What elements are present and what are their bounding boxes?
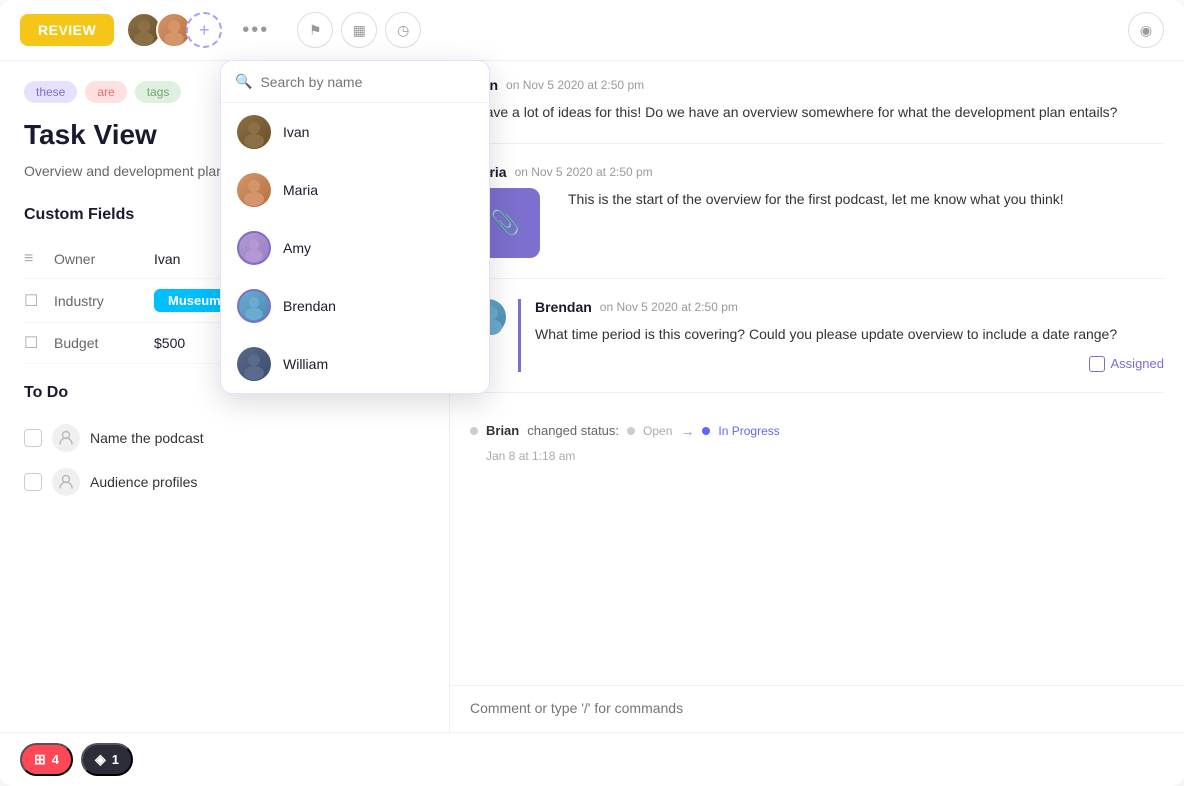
- dropdown-name-maria: Maria: [283, 182, 318, 198]
- comment-input-area: [450, 685, 1184, 732]
- to-status-label: In Progress: [718, 424, 779, 438]
- tag-tags: tags: [135, 81, 182, 103]
- status-change: Brian changed status: Open → In Progress…: [470, 413, 1164, 463]
- comment-brendan: Brendan on Nov 5 2020 at 2:50 pm What ti…: [470, 299, 1164, 392]
- comments-list: Ivan on Nov 5 2020 at 2:50 pm I have a l…: [450, 61, 1184, 685]
- comment-brendan-time: on Nov 5 2020 at 2:50 pm: [600, 300, 738, 314]
- comment-maria-text: This is the start of the overview for th…: [568, 188, 1064, 210]
- comment-maria-content: 📎 This is the start of the overview for …: [470, 188, 1164, 258]
- todo-checkbox-1[interactable]: [24, 429, 42, 447]
- comment-ivan-time: on Nov 5 2020 at 2:50 pm: [506, 78, 644, 92]
- dropdown-item-maria[interactable]: Maria: [221, 161, 489, 219]
- dropdown-item-ivan[interactable]: Ivan: [221, 103, 489, 161]
- owner-icon: ≡: [24, 250, 44, 268]
- dropdown-name-william: William: [283, 356, 328, 372]
- calendar-button[interactable]: ▦: [341, 12, 377, 48]
- member-dropdown: 🔍 Ivan Maria Amy Brendan: [220, 60, 490, 394]
- todo-text-2: Audience profiles: [90, 474, 197, 490]
- search-icon: 🔍: [235, 73, 252, 90]
- from-status-label: Open: [643, 424, 672, 438]
- from-status-dot: [627, 427, 635, 435]
- main-content: these are tags Task View Overview and de…: [0, 61, 1184, 732]
- comment-maria-time: on Nov 5 2020 at 2:50 pm: [515, 165, 653, 179]
- comment-maria-header: Maria on Nov 5 2020 at 2:50 pm: [470, 164, 1164, 180]
- todo-text-1: Name the podcast: [90, 430, 204, 446]
- badge-red-count: 4: [52, 752, 59, 767]
- comment-maria: Maria on Nov 5 2020 at 2:50 pm 📎 This is…: [470, 164, 1164, 279]
- comment-ivan-header: Ivan on Nov 5 2020 at 2:50 pm: [470, 77, 1164, 93]
- dropdown-item-brendan[interactable]: Brendan: [221, 277, 489, 335]
- avatars-group: +: [126, 12, 222, 48]
- app-container: REVIEW + ••• ⚑ ▦ ◷ ◉ these are ta: [0, 0, 1184, 786]
- budget-icon: ☐: [24, 333, 44, 353]
- review-button[interactable]: REVIEW: [20, 14, 114, 46]
- status-author: Brian: [486, 423, 519, 438]
- tag-are: are: [85, 81, 126, 103]
- dropdown-item-william[interactable]: William: [221, 335, 489, 393]
- status-indicator: [470, 427, 478, 435]
- comment-ivan: Ivan on Nov 5 2020 at 2:50 pm I have a l…: [470, 77, 1164, 144]
- budget-label: Budget: [54, 335, 154, 351]
- brendan-comment-body: Brendan on Nov 5 2020 at 2:50 pm What ti…: [518, 299, 1164, 371]
- dropdown-name-ivan: Ivan: [283, 124, 309, 140]
- header-right: ◉: [1128, 12, 1164, 48]
- badge-red-icon: ⊞: [34, 751, 46, 768]
- comment-ivan-text: I have a lot of ideas for this! Do we ha…: [470, 101, 1164, 123]
- dropdown-avatar-amy: [237, 231, 271, 265]
- eye-button[interactable]: ◉: [1128, 12, 1164, 48]
- more-options-button[interactable]: •••: [234, 15, 277, 46]
- right-panel: Ivan on Nov 5 2020 at 2:50 pm I have a l…: [450, 61, 1184, 732]
- dropdown-avatar-maria: [237, 173, 271, 207]
- todo-checkbox-2[interactable]: [24, 473, 42, 491]
- flag-button[interactable]: ⚑: [297, 12, 333, 48]
- dropdown-name-brendan: Brendan: [283, 298, 336, 314]
- comment-brendan-header: Brendan on Nov 5 2020 at 2:50 pm: [535, 299, 1164, 315]
- tag-these: these: [24, 81, 77, 103]
- comment-brendan-author: Brendan: [535, 299, 592, 315]
- owner-label: Owner: [54, 251, 154, 267]
- status-change-row: Brian changed status: Open → In Progress: [470, 413, 1164, 449]
- dropdown-avatar-brendan: [237, 289, 271, 323]
- industry-label: Industry: [54, 293, 154, 309]
- status-action: changed status:: [527, 423, 619, 438]
- todo-item-2: Audience profiles: [24, 460, 425, 504]
- comment-input[interactable]: [470, 700, 1164, 716]
- arrow-icon: →: [680, 423, 694, 439]
- dropdown-avatar-william: [237, 347, 271, 381]
- dropdown-search-area: 🔍: [221, 61, 489, 103]
- badge-dark-count: 1: [112, 752, 119, 767]
- status-time: Jan 8 at 1:18 am: [470, 449, 1164, 463]
- assigned-checkbox[interactable]: [1089, 356, 1105, 372]
- assigned-badge: Assigned: [535, 356, 1164, 372]
- header: REVIEW + ••• ⚑ ▦ ◷ ◉: [0, 0, 1184, 61]
- todo-user-icon-2: [52, 468, 80, 496]
- bottom-bar: ⊞ 4 ◈ 1: [0, 732, 1184, 786]
- clock-button[interactable]: ◷: [385, 12, 421, 48]
- budget-value: $500: [154, 335, 185, 351]
- add-member-button[interactable]: +: [186, 12, 222, 48]
- dropdown-name-amy: Amy: [283, 240, 311, 256]
- industry-icon: ☐: [24, 291, 44, 311]
- comment-brendan-text: What time period is this covering? Could…: [535, 323, 1164, 345]
- badge-dark-icon: ◈: [95, 751, 106, 768]
- todo-user-icon-1: [52, 424, 80, 452]
- dropdown-avatar-ivan: [237, 115, 271, 149]
- owner-value: Ivan: [154, 251, 180, 267]
- header-icons: ⚑ ▦ ◷: [297, 12, 421, 48]
- search-input[interactable]: [260, 74, 475, 90]
- badge-red-button[interactable]: ⊞ 4: [20, 743, 73, 776]
- badge-dark-button[interactable]: ◈ 1: [81, 743, 133, 776]
- assigned-label: Assigned: [1111, 356, 1164, 371]
- to-status-dot: [702, 427, 710, 435]
- todo-item-1: Name the podcast: [24, 416, 425, 460]
- dropdown-item-amy[interactable]: Amy: [221, 219, 489, 277]
